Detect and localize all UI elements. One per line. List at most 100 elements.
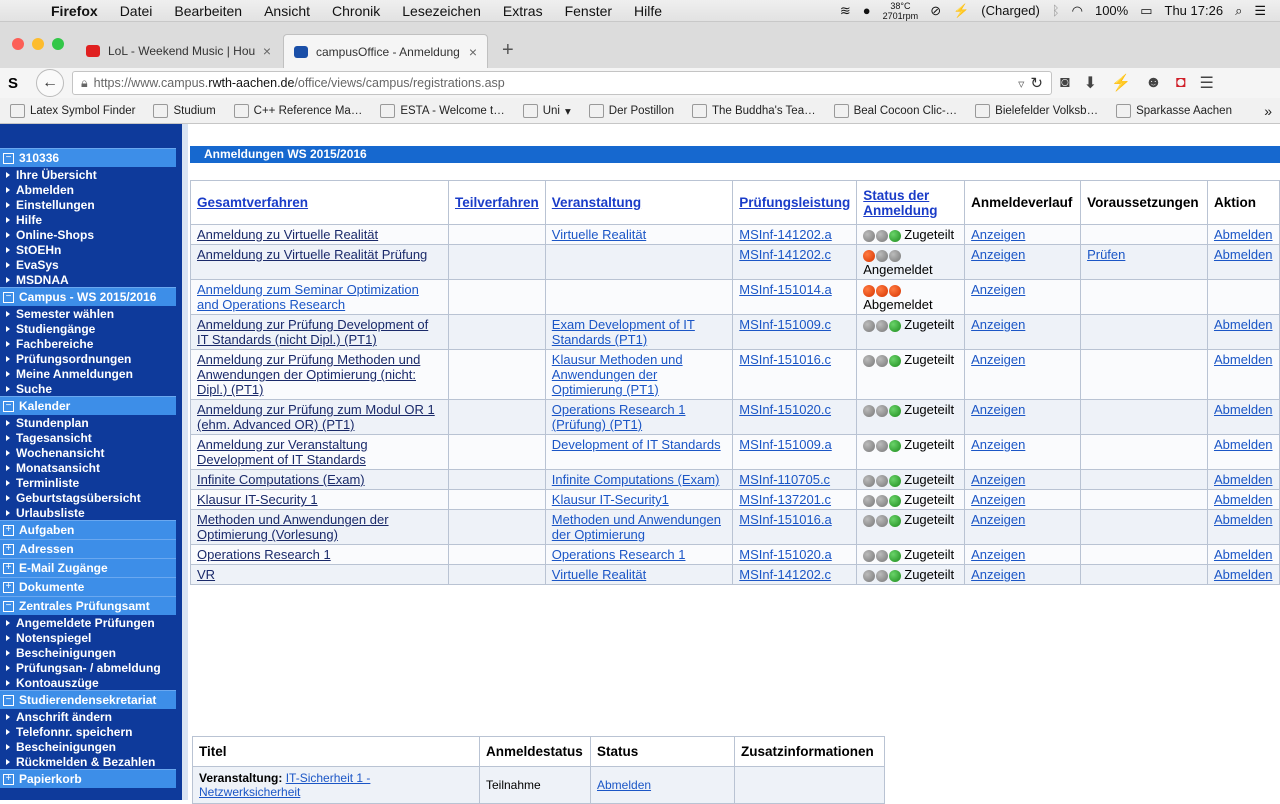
expand-icon[interactable]: + [3, 562, 14, 574]
sidebar-item-suche[interactable]: Suche [0, 381, 176, 396]
sidebar-item-fachbereiche[interactable]: Fachbereiche [0, 336, 176, 351]
col-status-der-anmeldung[interactable]: Status der Anmeldung [856, 180, 966, 225]
close-tab-icon[interactable]: × [469, 44, 477, 60]
menu-hilfe[interactable]: Hilfe [623, 3, 673, 19]
notification-center-icon[interactable]: ☰ [1254, 3, 1266, 19]
close-window-button[interactable] [12, 38, 24, 50]
bluetooth-icon[interactable]: ᛒ [1052, 3, 1060, 18]
pruefungsleistung-link[interactable]: MSInf-151014.a [739, 282, 832, 297]
veranstaltung-link[interactable]: Virtuelle Realität [552, 227, 646, 242]
reload-icon[interactable]: ↻ [1030, 74, 1043, 92]
gesamtverfahren-link[interactable]: Anmeldung zu Virtuelle Realität [197, 227, 378, 242]
menu-bearbeiten[interactable]: Bearbeiten [163, 3, 253, 19]
abmelden-link[interactable]: Abmelden [597, 778, 651, 792]
aktion-link[interactable]: Abmelden [1214, 247, 1273, 262]
sidebar-item-wochenansicht[interactable]: Wochenansicht [0, 445, 176, 460]
scripts-icon[interactable]: ≋ [840, 3, 851, 19]
bookmark-2[interactable]: Studium [153, 103, 216, 118]
pruefungsleistung-link[interactable]: MSInf-141202.c [739, 567, 831, 582]
tab-youtube[interactable]: LoL - Weekend Music | Hou… × [76, 34, 281, 68]
pruefungsleistung-link[interactable]: MSInf-151009.a [739, 437, 832, 452]
sort-gesamtverfahren-link[interactable]: Gesamtverfahren [197, 195, 308, 210]
sidebar-item-monatsansicht[interactable]: Monatsansicht [0, 460, 176, 475]
gesamtverfahren-link[interactable]: Klausur IT-Security 1 [197, 492, 318, 507]
pruefungsleistung-link[interactable]: MSInf-110705.c [739, 472, 830, 487]
sensor-readout[interactable]: 38°C 2701rpm [883, 1, 919, 21]
pruefungsleistung-link[interactable]: MSInf-151020.a [739, 547, 832, 562]
aktion-link[interactable]: Abmelden [1214, 492, 1273, 507]
sidebar-group-studierendensekretariat[interactable]: − Studierendensekretariat [0, 690, 176, 709]
sidebar-item-meine-anmeldungen[interactable]: Meine Anmeldungen [0, 366, 176, 381]
sidebar-item-studienga-nge[interactable]: Studiengänge [0, 321, 176, 336]
pruefungsleistung-link[interactable]: MSInf-151016.a [739, 512, 832, 527]
sidebar-item-terminliste[interactable]: Terminliste [0, 475, 176, 490]
bookmark-8[interactable]: Beal Cocoon Clic-… [833, 103, 957, 118]
sidebar-item-bescheinigungen[interactable]: Bescheinigungen [0, 739, 176, 754]
sidebar-item-ru-ckmelden-bezahlen[interactable]: Rückmelden & Bezahlen [0, 754, 176, 769]
sidebar-item-anschrift-a-ndern[interactable]: Anschrift ändern [0, 709, 176, 724]
menu-extras[interactable]: Extras [492, 3, 554, 19]
menu-app[interactable]: Firefox [40, 3, 109, 19]
veranstaltung-link[interactable]: Virtuelle Realität [552, 567, 646, 582]
pruefungsleistung-link[interactable]: MSInf-141202.a [739, 227, 832, 242]
sidebar-group-adressen[interactable]: + Adressen [0, 539, 176, 558]
bookmark-7[interactable]: The Buddha's Tea… [691, 103, 816, 118]
sidebar-item-bescheinigungen[interactable]: Bescheinigungen [0, 645, 176, 660]
minimize-window-button[interactable] [32, 38, 44, 50]
pruefungsleistung-link[interactable]: MSInf-137201.c [739, 492, 831, 507]
collapse-icon[interactable]: − [3, 291, 14, 303]
collapse-icon[interactable]: − [3, 694, 14, 706]
veranstaltung-link[interactable]: Infinite Computations (Exam) [552, 472, 720, 487]
bookmark-9[interactable]: Bielefelder Volksb… [975, 103, 1098, 118]
charge-status[interactable]: (Charged) [981, 3, 1040, 18]
veranstaltung-link[interactable]: Operations Research 1 [552, 547, 686, 562]
smiley-icon[interactable]: ☻ [1145, 74, 1162, 92]
sidebar-item-abmelden[interactable]: Abmelden [0, 182, 176, 197]
menu-lesezeichen[interactable]: Lesezeichen [391, 3, 492, 19]
sort-pru-fungsleistung-link[interactable]: Prüfungsleistung [739, 195, 850, 210]
collapse-icon[interactable]: − [3, 400, 14, 412]
new-tab-button[interactable]: + [490, 39, 526, 68]
col-pru-fungsleistung[interactable]: Prüfungsleistung [732, 180, 858, 225]
sidebar-group-zentrales-pru-fungsamt[interactable]: − Zentrales Prüfungsamt [0, 596, 176, 615]
expand-icon[interactable]: + [3, 543, 14, 555]
battery-percent[interactable]: 100% [1095, 3, 1128, 18]
aktion-link[interactable]: Abmelden [1214, 352, 1273, 367]
pruefungsleistung-link[interactable]: MSInf-141202.c [739, 247, 831, 262]
veranstaltung-link[interactable]: Operations Research 1 (Prüfung) (PT1) [552, 402, 686, 432]
menu-fenster[interactable]: Fenster [554, 3, 623, 19]
anmeldeverlauf-link[interactable]: Anzeigen [971, 282, 1025, 297]
close-tab-icon[interactable]: × [263, 43, 271, 59]
bookmark-1[interactable]: Latex Symbol Finder [10, 103, 135, 118]
spotlight-icon[interactable]: ⌕ [1235, 3, 1242, 19]
sidebar-item-ihre-u-bersicht[interactable]: Ihre Übersicht [0, 167, 176, 182]
gesamtverfahren-link[interactable]: Infinite Computations (Exam) [197, 472, 365, 487]
col-teilverfahren[interactable]: Teilverfahren [448, 180, 546, 225]
sidebar-group-kalender[interactable]: − Kalender [0, 396, 176, 415]
sidebar-item-kontoauszu-ge[interactable]: Kontoauszüge [0, 675, 176, 690]
sidebar-group-aufgaben[interactable]: + Aufgaben [0, 520, 176, 539]
back-button[interactable]: ← [36, 69, 64, 97]
pruefungsleistung-link[interactable]: MSInf-151016.c [739, 352, 831, 367]
sort-status-der-anmeldung-link[interactable]: Status der Anmeldung [863, 188, 937, 218]
sort-teilverfahren-link[interactable]: Teilverfahren [455, 195, 539, 210]
tab-campusoffice[interactable]: campusOffice - Anmeldung… × [283, 34, 488, 68]
sidebar-item-tagesansicht[interactable]: Tagesansicht [0, 430, 176, 445]
pruefungsleistung-link[interactable]: MSInf-151020.c [739, 402, 831, 417]
sidebar-item-stoehn[interactable]: StOEHn [0, 242, 176, 257]
sidebar-item-evasys[interactable]: EvaSys [0, 257, 176, 272]
battery-icon[interactable]: ▭ [1140, 3, 1152, 19]
sidebar-item-hilfe[interactable]: Hilfe [0, 212, 176, 227]
veranstaltung-link[interactable]: Klausur Methoden und Anwendungen der Opt… [552, 352, 683, 397]
pocket-icon[interactable]: ◙ [1060, 74, 1070, 92]
sidebar-item-urlaubsliste[interactable]: Urlaubsliste [0, 505, 176, 520]
bookmark-5[interactable]: Uni ▾ [522, 103, 571, 118]
col-gesamtverfahren[interactable]: Gesamtverfahren [190, 180, 449, 225]
sidebar-item-geburtstagsu-bersicht[interactable]: Geburtstagsübersicht [0, 490, 176, 505]
gesamtverfahren-link[interactable]: Anmeldung zu Virtuelle Realität Prüfung [197, 247, 427, 262]
menu-chronik[interactable]: Chronik [321, 3, 391, 19]
collapse-icon[interactable]: − [3, 600, 14, 612]
gesamtverfahren-link[interactable]: Anmeldung zur Prüfung Methoden und Anwen… [197, 352, 420, 397]
sync-icon[interactable]: ⊘ [930, 3, 941, 19]
gesamtverfahren-link[interactable]: Methoden und Anwendungen der Optimierung… [197, 512, 389, 542]
